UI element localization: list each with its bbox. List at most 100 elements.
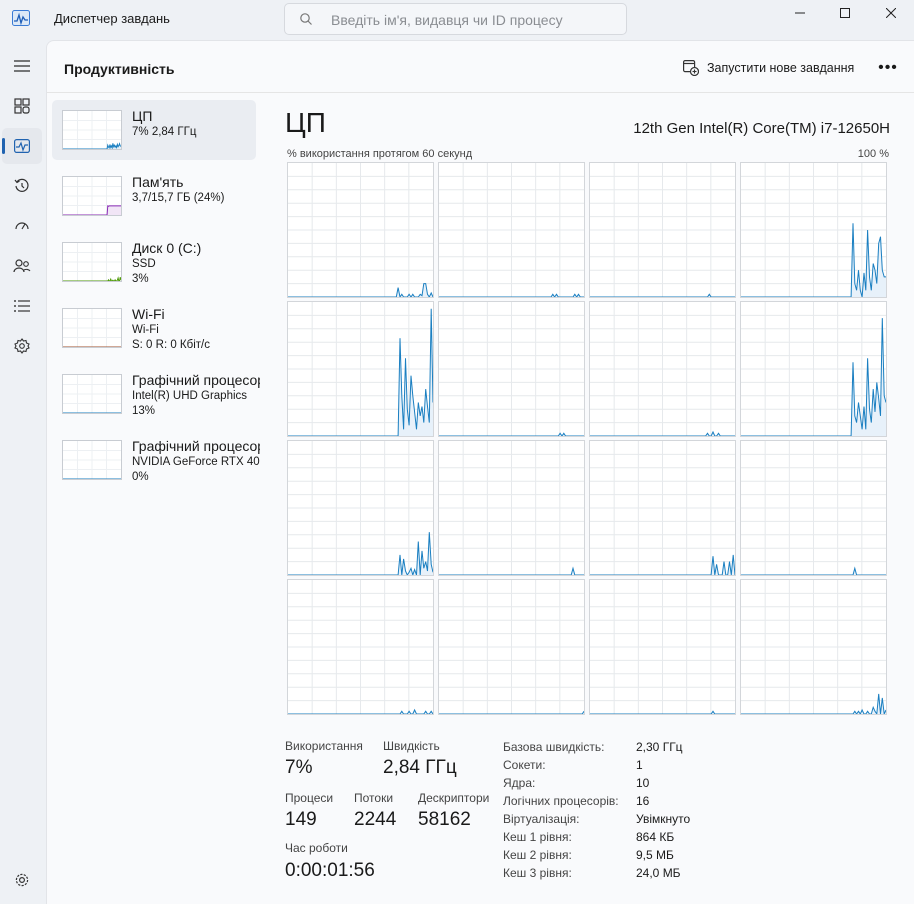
- perf-item-disk[interactable]: Диск 0 (C:) SSD 3%: [52, 232, 256, 292]
- maximize-button[interactable]: [822, 0, 868, 26]
- perf-item-title: Графічний процесор 0: [132, 372, 260, 388]
- core-graph-svg: [288, 580, 434, 715]
- perf-item-title: ЦП: [132, 108, 153, 124]
- info-key: Кеш 1 рівня:: [503, 830, 572, 844]
- nav-details[interactable]: [2, 288, 42, 324]
- core-graph-svg: [288, 302, 434, 437]
- maximize-icon: [840, 8, 850, 18]
- info-row-l3-cache: Кеш 3 рівня: 24,0 МБ: [503, 866, 703, 884]
- core-graph-svg: [741, 441, 886, 576]
- info-key: Віртуалізація:: [503, 812, 580, 826]
- cpu-title: ЦП: [285, 107, 326, 138]
- close-icon: [886, 8, 896, 18]
- graph-label: % використання протягом 60 секунд: [287, 148, 473, 160]
- gpu1-thumbnail: [62, 440, 122, 480]
- core-graph-3: [740, 162, 887, 298]
- threads-label: Потоки: [354, 791, 394, 805]
- nav-startup-apps[interactable]: [2, 208, 42, 244]
- page-title: Продуктивність: [64, 61, 175, 77]
- info-value: 24,0 МБ: [636, 866, 681, 880]
- info-row-logical-processors: Логічних процесорів: 16: [503, 794, 703, 812]
- perf-item-detail: 7% 2,84 ГГц: [132, 126, 197, 138]
- core-graph-9: [438, 440, 585, 576]
- nav-settings[interactable]: [2, 862, 42, 898]
- cpu-model: 12th Gen Intel(R) Core(TM) i7-12650H: [633, 120, 890, 137]
- nav-services[interactable]: [2, 328, 42, 364]
- info-value: 864 КБ: [636, 830, 675, 844]
- app-history-icon: [14, 178, 29, 192]
- handles-label: Дескриптори: [418, 791, 490, 805]
- app-title: Диспетчер завдань: [54, 11, 170, 26]
- page-header: Продуктивність Запустити нове завдання •…: [47, 41, 914, 93]
- nav-users[interactable]: [2, 248, 42, 284]
- processes-value: 149: [285, 809, 317, 830]
- nav-processes[interactable]: [2, 88, 42, 124]
- more-options-button[interactable]: •••: [873, 58, 903, 78]
- search-input[interactable]: Введіть ім'я, видавця чи ID процесу: [284, 3, 627, 35]
- core-graph-svg: [288, 163, 434, 299]
- run-new-task-button[interactable]: Запустити нове завдання: [683, 59, 854, 77]
- core-graph-svg: [741, 163, 886, 298]
- perf-item-detail: NVIDIA GeForce RTX 4070 Laptop GPU: [132, 456, 260, 468]
- users-icon: [13, 259, 31, 273]
- info-value: 2,30 ГГц: [636, 740, 683, 754]
- perf-item-title: Графічний процесор 1: [132, 438, 260, 454]
- core-graph-13: [438, 579, 585, 715]
- core-graph-svg: [439, 302, 584, 437]
- core-graph-svg: [590, 441, 736, 576]
- info-row-l2-cache: Кеш 2 рівня: 9,5 МБ: [503, 848, 703, 866]
- info-value: 1: [636, 758, 643, 772]
- perf-item-title: Пам'ять: [132, 174, 184, 190]
- nav-performance[interactable]: [2, 128, 42, 164]
- core-graph-0: [287, 162, 434, 299]
- info-key: Ядра:: [503, 776, 536, 790]
- core-graph-svg: [590, 302, 735, 437]
- perf-item-cpu[interactable]: ЦП 7% 2,84 ГГц: [52, 100, 256, 160]
- core-graph-svg: [741, 580, 887, 716]
- core-graph-1: [438, 162, 585, 298]
- more-options-icon: •••: [878, 59, 898, 76]
- speed-label: Швидкість: [383, 739, 440, 753]
- speed-value: 2,84 ГГц: [383, 757, 457, 778]
- perf-item-detail: Wi-Fi: [132, 324, 159, 336]
- perf-item-gpu0[interactable]: Графічний процесор 0 Intel(R) UHD Graphi…: [52, 364, 260, 424]
- memory-thumbnail: [62, 176, 122, 216]
- info-value: Увімкнуто: [636, 812, 691, 826]
- info-row-base-speed: Базова швидкість: 2,30 ГГц: [503, 740, 703, 758]
- hamburger-icon: [14, 60, 30, 72]
- core-graph-svg: [590, 163, 735, 298]
- nav-app-history[interactable]: [2, 168, 42, 204]
- info-row-sockets: Сокети: 1: [503, 758, 703, 776]
- nav-menu-button[interactable]: [2, 48, 42, 84]
- perf-item-detail: 3%: [132, 273, 149, 285]
- core-graph-14: [589, 579, 736, 715]
- perf-item-detail: 13%: [132, 405, 156, 417]
- perf-item-detail: Intel(R) UHD Graphics: [132, 390, 248, 402]
- perf-item-gpu1[interactable]: Графічний процесор 1 NVIDIA GeForce RTX …: [52, 430, 260, 490]
- main-panel: Продуктивність Запустити нове завдання •…: [46, 40, 914, 904]
- search-icon: [300, 13, 312, 25]
- perf-item-wifi[interactable]: Wi-Fi Wi-Fi S: 0 R: 0 Кбіт/с: [52, 298, 256, 358]
- close-button[interactable]: [868, 0, 914, 26]
- info-key: Кеш 3 рівня:: [503, 866, 572, 880]
- core-graph-11: [740, 440, 887, 576]
- usage-value: 7%: [285, 757, 313, 778]
- info-value: 16: [636, 794, 650, 808]
- search-placeholder: Введіть ім'я, видавця чи ID процесу: [331, 12, 563, 28]
- threads-value: 2244: [354, 809, 397, 830]
- minimize-button[interactable]: [777, 0, 823, 26]
- perf-item-title: Wi-Fi: [132, 306, 165, 322]
- usage-label: Використання: [285, 739, 363, 753]
- disk-thumbnail: [62, 242, 122, 282]
- core-graph-7: [740, 301, 887, 437]
- startup-apps-icon: [15, 222, 29, 230]
- info-key: Базова швидкість:: [503, 740, 605, 754]
- perf-item-detail: S: 0 R: 0 Кбіт/с: [132, 339, 210, 351]
- uptime-value: 0:00:01:56: [285, 860, 375, 881]
- core-graph-10: [589, 440, 736, 576]
- perf-item-memory[interactable]: Пам'ять 3,7/15,7 ГБ (24%): [52, 166, 256, 226]
- navigation-rail: [0, 40, 46, 904]
- core-graph-4: [287, 301, 434, 437]
- core-graph-12: [287, 579, 434, 715]
- core-graph-svg: [439, 441, 584, 576]
